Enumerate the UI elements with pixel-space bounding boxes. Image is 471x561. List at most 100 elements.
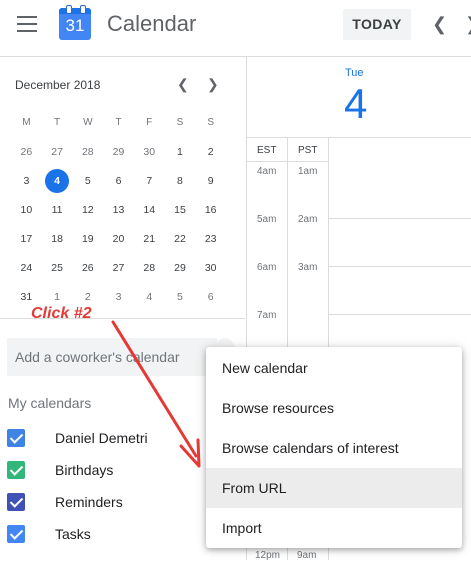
- menu-item-new-calendar[interactable]: New calendar: [206, 348, 462, 388]
- selected-day[interactable]: 4: [45, 168, 70, 193]
- day-cell[interactable]: 26: [11, 146, 42, 158]
- day-cell[interactable]: 3: [103, 291, 134, 303]
- day-cell[interactable]: 11: [42, 204, 73, 216]
- coworker-placeholder: Add a coworker's calendar: [15, 349, 180, 365]
- mini-calendar-grid: M T W T F S S 26 27 28 29 30 1 2 3 4 5 6…: [11, 108, 226, 311]
- day-cell[interactable]: 30: [134, 146, 165, 158]
- calendar-item-reminders[interactable]: Reminders: [7, 490, 207, 514]
- day-cell[interactable]: 29: [165, 262, 196, 274]
- checkbox-icon[interactable]: [7, 525, 25, 543]
- coworker-search-input[interactable]: Add a coworker's calendar: [7, 338, 217, 376]
- week-row: 10 11 12 13 14 15 16: [11, 195, 226, 224]
- checkbox-icon[interactable]: [7, 461, 25, 479]
- day-cell[interactable]: 12: [72, 204, 103, 216]
- mini-calendar-title: December 2018: [15, 78, 101, 92]
- day-cell[interactable]: 19: [72, 233, 103, 245]
- main-menu-button[interactable]: [17, 16, 37, 32]
- time-label: 2am: [298, 214, 318, 225]
- mini-prev-icon[interactable]: ❮: [177, 76, 189, 93]
- day-cell[interactable]: 24: [11, 262, 42, 274]
- day-cell[interactable]: 13: [103, 204, 134, 216]
- hour-line: [329, 314, 471, 315]
- calendar-item-daniel-demetri[interactable]: Daniel Demetri: [7, 426, 207, 450]
- day-cell[interactable]: 17: [11, 233, 42, 245]
- time-label: 1am: [298, 166, 318, 177]
- menu-item-label: New calendar: [222, 360, 308, 376]
- time-label: 12pm: [255, 550, 281, 561]
- day-cell[interactable]: 22: [165, 233, 196, 245]
- day-cell[interactable]: 2: [195, 146, 226, 158]
- day-cell[interactable]: 31: [11, 291, 42, 303]
- chevron-right-icon[interactable]: ❯: [465, 14, 471, 35]
- day-cell[interactable]: 25: [42, 262, 73, 274]
- day-cell[interactable]: 2: [72, 291, 103, 303]
- day-cell[interactable]: 6: [103, 175, 134, 187]
- day-cell[interactable]: 30: [195, 262, 226, 274]
- day-cell[interactable]: 26: [72, 262, 103, 274]
- day-cell[interactable]: 7: [134, 175, 165, 187]
- weekday-label: T: [54, 117, 61, 128]
- week-row: 17 18 19 20 21 22 23: [11, 224, 226, 253]
- day-cell[interactable]: 29: [103, 146, 134, 158]
- day-cell[interactable]: 27: [42, 146, 73, 158]
- day-name: Tue: [345, 67, 364, 79]
- day-cell[interactable]: 23: [195, 233, 226, 245]
- calendar-item-birthdays[interactable]: Birthdays: [7, 458, 207, 482]
- day-cell[interactable]: 10: [11, 204, 42, 216]
- calendar-label: Tasks: [55, 526, 91, 542]
- day-cell[interactable]: 16: [195, 204, 226, 216]
- day-cell[interactable]: 5: [72, 175, 103, 187]
- day-number[interactable]: 4: [344, 80, 367, 128]
- day-cell[interactable]: 14: [134, 204, 165, 216]
- day-cell[interactable]: 6: [195, 291, 226, 303]
- day-cell[interactable]: 28: [72, 146, 103, 158]
- weekday-label: F: [146, 117, 153, 128]
- calendar-label: Reminders: [55, 494, 123, 510]
- day-cell[interactable]: 15: [165, 204, 196, 216]
- checkbox-icon[interactable]: [7, 493, 25, 511]
- weekday-label: S: [176, 117, 184, 128]
- week-row: 3 4 5 6 7 8 9: [11, 166, 226, 195]
- day-cell[interactable]: 20: [103, 233, 134, 245]
- day-cell[interactable]: 9: [195, 175, 226, 187]
- time-label: 5am: [257, 214, 277, 225]
- menu-item-label: From URL: [222, 480, 287, 496]
- hour-line: [329, 218, 471, 219]
- weekday-label: M: [22, 117, 31, 128]
- mini-next-icon[interactable]: ❯: [207, 76, 219, 93]
- today-button[interactable]: TODAY: [343, 9, 411, 40]
- day-cell[interactable]: 1: [42, 291, 73, 303]
- chevron-left-icon[interactable]: ❮: [432, 14, 447, 35]
- header-divider: [0, 56, 471, 57]
- timezone-header-line: [246, 161, 329, 162]
- day-cell[interactable]: 18: [42, 233, 73, 245]
- time-label: 7am: [257, 310, 277, 321]
- week-row: 26 27 28 29 30 1 2: [11, 137, 226, 166]
- day-cell[interactable]: 28: [134, 262, 165, 274]
- day-cell[interactable]: 21: [134, 233, 165, 245]
- day-cell[interactable]: 1: [165, 146, 196, 158]
- timezone-pst: PST: [298, 145, 318, 156]
- day-cell[interactable]: 8: [165, 175, 196, 187]
- day-header-divider: [246, 137, 471, 138]
- day-cell-selected[interactable]: 4: [42, 168, 73, 193]
- menu-item-label: Browse resources: [222, 400, 335, 416]
- calendar-label: Daniel Demetri: [55, 430, 148, 446]
- my-calendars-heading[interactable]: My calendars: [8, 395, 91, 411]
- time-label: 6am: [257, 262, 277, 273]
- menu-item-import[interactable]: Import: [206, 508, 462, 548]
- menu-item-browse-resources[interactable]: Browse resources: [206, 388, 462, 428]
- menu-item-from-url[interactable]: From URL: [206, 468, 462, 508]
- day-cell[interactable]: 27: [103, 262, 134, 274]
- day-cell[interactable]: 4: [134, 291, 165, 303]
- time-label: 9am: [297, 550, 317, 561]
- day-cell[interactable]: 3: [11, 175, 42, 187]
- logo-number: 31: [65, 16, 85, 35]
- day-cell[interactable]: 5: [165, 291, 196, 303]
- menu-item-browse-interest[interactable]: Browse calendars of interest: [206, 428, 462, 468]
- calendar-item-tasks[interactable]: Tasks: [7, 522, 207, 546]
- menu-item-label: Import: [222, 520, 262, 536]
- week-row: 24 25 26 27 28 29 30: [11, 253, 226, 282]
- weekday-label: S: [207, 117, 214, 128]
- checkbox-icon[interactable]: [7, 429, 25, 447]
